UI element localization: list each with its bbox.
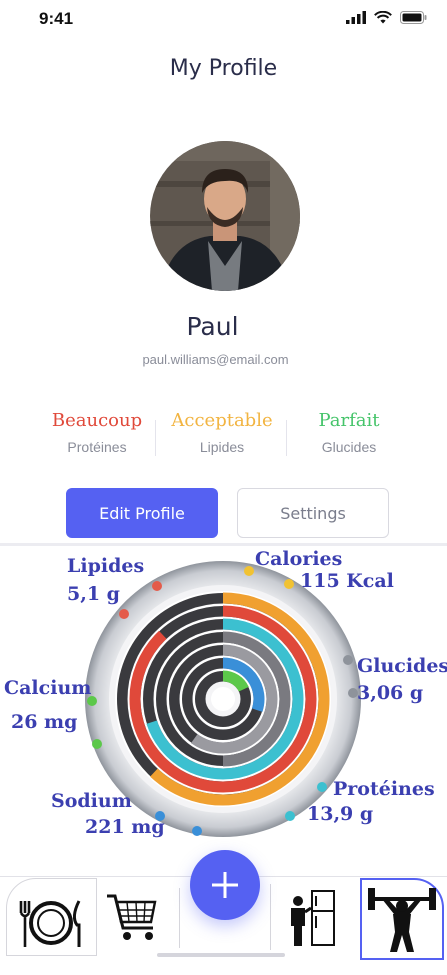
- stat-value: Parfait: [318, 410, 380, 431]
- shopping-cart-icon: [107, 894, 157, 940]
- tab-fitness[interactable]: [360, 878, 444, 960]
- profile-name: Paul: [186, 312, 239, 341]
- label-glucides-name: Glucides: [357, 655, 447, 677]
- edit-profile-button[interactable]: Edit Profile: [66, 488, 218, 538]
- marker-dot: [244, 566, 254, 576]
- stat-value: Beaucoup: [51, 410, 143, 431]
- marker-dot: [285, 811, 295, 821]
- marker-dot: [343, 655, 353, 665]
- weightlifter-icon: [368, 888, 436, 952]
- label-sodium-name: Sodium: [51, 790, 132, 812]
- fridge-person-icon: [291, 890, 335, 946]
- label-proteines-name: Protéines: [333, 778, 435, 800]
- tab-fridge[interactable]: [270, 884, 359, 950]
- label-proteines-value: 13,9 g: [307, 803, 374, 825]
- label-lipides-value: 5,1 g: [67, 583, 120, 605]
- avatar[interactable]: [150, 141, 300, 291]
- home-indicator: [157, 953, 285, 957]
- settings-button[interactable]: Settings: [237, 488, 389, 538]
- divider: [155, 420, 156, 456]
- label-calcium-value: 26 mg: [11, 711, 78, 733]
- marker-dot: [152, 581, 162, 591]
- status-bar: 9:41: [0, 0, 447, 40]
- status-icons: [346, 11, 427, 24]
- label-glucides-value: 3,06 g: [357, 682, 424, 704]
- label-lipides-name: Lipides: [67, 555, 145, 577]
- tab-meals[interactable]: [6, 878, 97, 956]
- stat-glucides: Parfait Glucides: [284, 410, 414, 455]
- stat-label: Lipides: [199, 439, 245, 455]
- stat-value: Acceptable: [171, 410, 273, 431]
- battery-icon: [400, 11, 427, 24]
- stat-lipides: Acceptable Lipides: [157, 410, 287, 455]
- plus-icon: [212, 872, 238, 898]
- stat-label: Protéines: [67, 439, 127, 455]
- wifi-icon: [374, 11, 392, 24]
- marker-dot: [192, 826, 202, 836]
- marker-dot: [119, 609, 129, 619]
- marker-dot: [284, 579, 294, 589]
- avatar-photo: [150, 141, 300, 291]
- marker-dot: [92, 739, 102, 749]
- nutrient-chart: Lipides 5,1 g Calories 115 Kcal Glucides…: [0, 546, 447, 876]
- label-calories-value: 115 Kcal: [300, 570, 394, 592]
- signal-icon: [346, 11, 366, 24]
- label-calcium-name: Calcium: [4, 677, 92, 699]
- page-title: My Profile: [169, 56, 278, 81]
- plate-cutlery-icon: [19, 900, 81, 947]
- chart-center: [211, 687, 235, 711]
- profile-email: paul.williams@email.com: [142, 352, 289, 367]
- tab-shopping[interactable]: [95, 888, 180, 948]
- label-calories-name: Calories: [255, 548, 343, 570]
- status-time: 9:41: [39, 9, 74, 28]
- stat-proteines: Beaucoup Protéines: [32, 410, 162, 455]
- label-sodium-value: 221 mg: [85, 816, 165, 838]
- add-button[interactable]: [190, 850, 260, 920]
- marker-dot: [317, 782, 327, 792]
- stat-label: Glucides: [321, 439, 377, 455]
